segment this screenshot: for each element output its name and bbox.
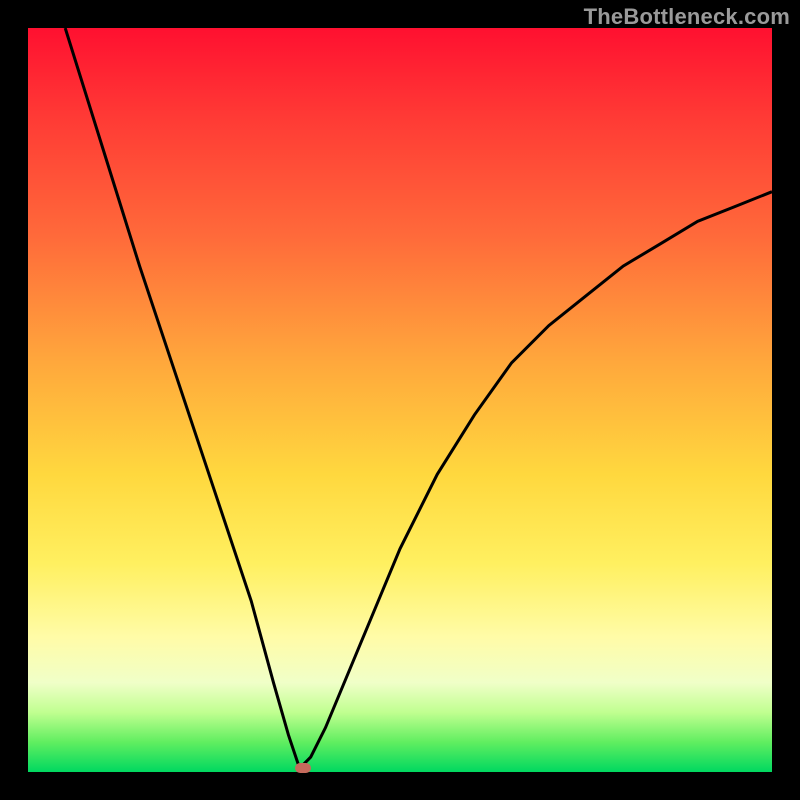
chart-frame: TheBottleneck.com <box>0 0 800 800</box>
minimum-marker <box>295 763 311 773</box>
bottleneck-curve-path <box>65 28 772 768</box>
chart-svg <box>28 28 772 772</box>
watermark-label: TheBottleneck.com <box>584 4 790 30</box>
chart-plot-area <box>28 28 772 772</box>
